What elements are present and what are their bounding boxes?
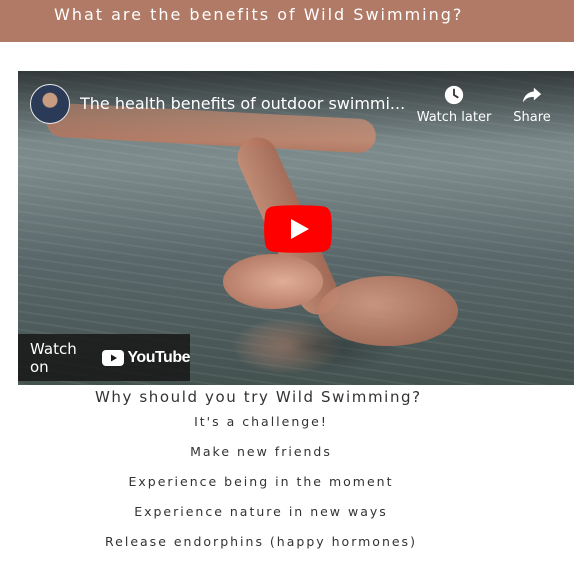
- watch-on-youtube-button[interactable]: Watch on YouTube: [18, 334, 190, 381]
- share-button[interactable]: Share: [506, 84, 558, 125]
- video-title[interactable]: The health benefits of outdoor swimmi...: [80, 94, 410, 113]
- play-button-icon: [264, 205, 332, 253]
- play-button[interactable]: [264, 205, 332, 253]
- channel-avatar[interactable]: [30, 84, 70, 124]
- list-item: It's a challenge!: [194, 414, 328, 429]
- youtube-logo-icon: [102, 349, 125, 366]
- list-item: Experience being in the moment: [128, 474, 394, 489]
- watch-later-label: Watch later: [416, 110, 492, 125]
- video-thumbnail-swimmer: [223, 254, 323, 309]
- list-item: Release endorphins (happy hormones): [105, 534, 417, 549]
- video-thumbnail-shoulder: [318, 276, 458, 346]
- page-title: What are the benefits of Wild Swimming?: [54, 5, 464, 24]
- share-label: Share: [513, 110, 551, 125]
- watch-later-button[interactable]: Watch later: [414, 84, 494, 125]
- section-heading: Why should you try Wild Swimming?: [95, 388, 422, 406]
- list-item: Experience nature in new ways: [134, 504, 388, 519]
- share-arrow-icon: [522, 87, 542, 103]
- youtube-wordmark: YouTube: [127, 348, 190, 366]
- youtube-logo: YouTube: [102, 349, 190, 367]
- watch-on-label: Watch on: [30, 339, 77, 376]
- youtube-embed[interactable]: The health benefits of outdoor swimmi...…: [18, 71, 574, 385]
- list-item: Make new friends: [190, 444, 332, 459]
- clock-icon: [444, 85, 464, 105]
- header-banner: What are the benefits of Wild Swimming?: [0, 0, 574, 42]
